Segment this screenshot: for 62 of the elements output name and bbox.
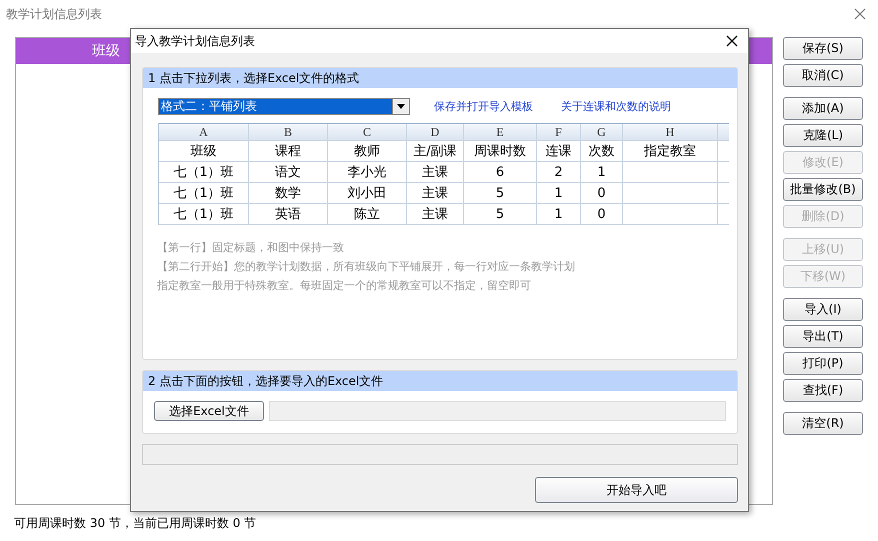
table-cell: 指定教室 bbox=[623, 141, 718, 162]
table-cell: 主课 bbox=[407, 204, 464, 225]
side-button[interactable]: 添加(A) bbox=[783, 97, 863, 120]
table-cell: 2 bbox=[537, 162, 581, 183]
table-cell: 班级 bbox=[159, 141, 249, 162]
table-cell: 周课时数 bbox=[464, 141, 537, 162]
column-letter: H bbox=[623, 124, 718, 141]
column-letter: F bbox=[537, 124, 581, 141]
column-letter: C bbox=[328, 124, 407, 141]
table-cell: 次数 bbox=[581, 141, 623, 162]
table-cell: 连课 bbox=[537, 141, 581, 162]
column-letter: E bbox=[464, 124, 537, 141]
table-cell: 李小光 bbox=[328, 162, 407, 183]
column-letter: D bbox=[407, 124, 464, 141]
table-cell: 主/副课 bbox=[407, 141, 464, 162]
table-cell: 数学 bbox=[249, 183, 328, 204]
table-cell: 七（1）班 bbox=[159, 162, 249, 183]
side-button[interactable]: 导出(T) bbox=[783, 325, 863, 348]
table-cell: 5 bbox=[464, 183, 537, 204]
dropdown-arrow-icon bbox=[397, 104, 405, 108]
side-button[interactable]: 克隆(L) bbox=[783, 124, 863, 147]
table-cell: 课程 bbox=[249, 141, 328, 162]
table-cell: 主课 bbox=[407, 162, 464, 183]
table-cell: 英语 bbox=[249, 204, 328, 225]
format-dropdown[interactable]: 格式二：平铺列表 bbox=[158, 98, 410, 114]
table-cell: 6 bbox=[464, 162, 537, 183]
start-import-button[interactable]: 开始导入吧 bbox=[535, 477, 738, 503]
step-header: 1 点击下拉列表，选择Excel文件的格式 bbox=[143, 68, 737, 88]
link[interactable]: 保存并打开导入模板 bbox=[434, 98, 533, 114]
side-button[interactable]: 批量修改(B) bbox=[783, 178, 863, 201]
table-cell: 教师 bbox=[328, 141, 407, 162]
column-letter: B bbox=[249, 124, 328, 141]
table-cell: 刘小田 bbox=[328, 183, 407, 204]
table-cell: 七（1）班 bbox=[159, 183, 249, 204]
table-cell: 语文 bbox=[249, 162, 328, 183]
table-cell: 1 bbox=[581, 162, 623, 183]
side-button[interactable]: 清空(R) bbox=[783, 412, 863, 435]
close-icon[interactable] bbox=[726, 35, 738, 47]
table-cell: 5 bbox=[464, 204, 537, 225]
side-button[interactable]: 取消(C) bbox=[783, 64, 863, 87]
table-cell: 1 bbox=[537, 183, 581, 204]
note-text: 【第一行】固定标题，和图中保持一致 bbox=[157, 240, 345, 256]
side-button[interactable]: 保存(S) bbox=[783, 37, 863, 60]
step-header: 2 点击下面的按钮，选择要导入的Excel文件 bbox=[143, 371, 737, 391]
status-text: 可用周课时数 30 节，当前已用周课时数 0 节 bbox=[13, 515, 258, 532]
column-letter: G bbox=[581, 124, 623, 141]
table-cell: 0 bbox=[581, 204, 623, 225]
choose-file-button[interactable]: 选择Excel文件 bbox=[154, 401, 264, 421]
side-button[interactable]: 导入(I) bbox=[783, 298, 863, 321]
table-cell: 1 bbox=[537, 204, 581, 225]
table-cell: 主课 bbox=[407, 183, 464, 204]
side-button[interactable]: 查找(F) bbox=[783, 379, 863, 402]
table-cell: 七（1）班 bbox=[159, 204, 249, 225]
side-button[interactable]: 打印(P) bbox=[783, 352, 863, 375]
table-cell: 陈立 bbox=[328, 204, 407, 225]
link[interactable]: 关于连课和次数的说明 bbox=[561, 98, 671, 114]
window-title: 教学计划信息列表 bbox=[6, 6, 102, 22]
table-cell: 0 bbox=[581, 183, 623, 204]
note-text: 指定教室一般用于特殊教室。每班固定一个的常规教室可以不指定，留空即可 bbox=[157, 278, 532, 294]
note-text: 【第二行开始】您的教学计划数据，所有班级向下平铺展开，每一行对应一条教学计划 bbox=[157, 259, 576, 275]
file-path-field[interactable] bbox=[269, 401, 726, 421]
column-letter: A bbox=[159, 124, 249, 141]
